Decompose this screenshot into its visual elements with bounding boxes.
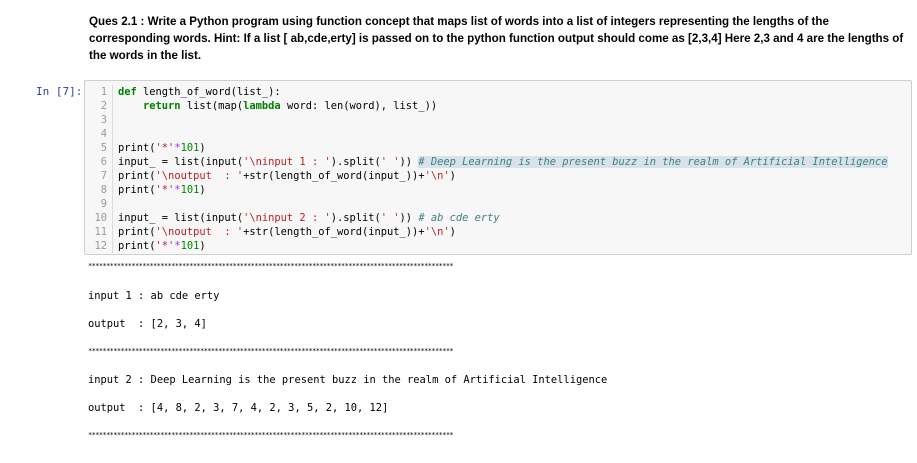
code-token: print( [118, 240, 156, 252]
code-token: ) [449, 170, 456, 182]
code-line: 10 input_ = list(input('\ninput 2 : ').sp… [85, 211, 911, 225]
code-token: ' ' [380, 156, 400, 168]
code-line: 11 print('\noutput : '+str(length_of_word… [85, 225, 911, 239]
line-number: 11 [85, 225, 113, 239]
code-token: print( [118, 170, 156, 182]
code-line: 2 return list(map(lambda word: len(word)… [85, 99, 911, 113]
code-token: '*' [155, 240, 175, 252]
code-token: ) [449, 226, 456, 238]
line-number: 6 [85, 155, 113, 169]
code-token: '\ninput 1 : ' [243, 156, 331, 168]
code-token: lambda [243, 100, 281, 112]
code-token: def [118, 86, 144, 98]
code-token: '\noutput : ' [155, 170, 244, 182]
code-line: 1 def length_of_word(list_): [85, 85, 911, 99]
code-token: print( [118, 226, 156, 238]
code-token: print( [118, 142, 156, 154]
code-token: )) [399, 156, 419, 168]
question-text: Ques 2.1 : Write a Python program using … [89, 15, 904, 62]
output-input-1: input 1 : ab cde erty [88, 290, 220, 302]
stars-separator: ****************************************… [88, 347, 454, 355]
line-number: 2 [85, 99, 113, 113]
line-number: 3 [85, 113, 113, 127]
code-token: ).split( [330, 212, 381, 224]
code-token: ) [199, 142, 206, 154]
code-line: 3 [85, 113, 911, 127]
stars-separator: ****************************************… [88, 431, 454, 439]
code-line: 8 print('*'*101) [85, 183, 911, 197]
line-number: 8 [85, 183, 113, 197]
code-token: 101 [180, 142, 200, 154]
code-token: ).split( [330, 156, 381, 168]
code-line: 12 print('*'*101) [85, 239, 911, 253]
code-comment: # ab cde erty [418, 212, 500, 224]
code-token: print( [118, 184, 156, 196]
cell-prompt: In [7]: [36, 85, 83, 98]
code-line: 6 input_ = list(input('\ninput 1 : ').spl… [85, 155, 911, 169]
code-token: input_ = list(input( [118, 156, 244, 168]
code-comment: # Deep Learning is the present buzz in t… [418, 156, 888, 168]
code-token: ) [199, 240, 206, 252]
code-token: +str(length_of_word(input_))+ [243, 226, 425, 238]
code-editor[interactable]: 1 def length_of_word(list_): 2 return lis… [85, 85, 911, 253]
code-token: input_ = list(input( [118, 212, 244, 224]
code-token: '*' [155, 142, 175, 154]
line-number: 5 [85, 141, 113, 155]
code-token: +str(length_of_word(input_))+ [243, 170, 425, 182]
code-token: '\noutput : ' [155, 226, 244, 238]
line-number: 1 [85, 85, 113, 99]
cell-output: ****************************************… [88, 262, 607, 439]
line-number: 10 [85, 211, 113, 225]
code-token: word: len(word), list_)) [280, 100, 438, 112]
line-number: 9 [85, 197, 113, 211]
output-result-1: output : [2, 3, 4] [88, 318, 207, 330]
code-line: 7 print('\noutput : '+str(length_of_word(… [85, 169, 911, 183]
stars-separator: ****************************************… [88, 262, 454, 270]
code-token: )) [399, 212, 419, 224]
code-token: '*' [155, 184, 175, 196]
code-token: ' ' [380, 212, 400, 224]
code-cell[interactable]: 1 def length_of_word(list_): 2 return lis… [84, 80, 912, 255]
code-line: 9 [85, 197, 911, 211]
code-token: '\ninput 2 : ' [243, 212, 331, 224]
code-token: 101 [180, 184, 200, 196]
code-token: 101 [180, 240, 200, 252]
code-line: 5 print('*'*101) [85, 141, 911, 155]
code-token: return [143, 100, 187, 112]
output-result-2: output : [4, 8, 2, 3, 7, 4, 2, 3, 5, 2, … [88, 402, 389, 414]
line-number: 7 [85, 169, 113, 183]
code-line: 4 [85, 127, 911, 141]
code-token: length_of_word(list_): [143, 86, 281, 98]
code-token: list(map( [186, 100, 244, 112]
output-input-2: input 2 : Deep Learning is the present b… [88, 374, 608, 386]
line-number: 4 [85, 127, 113, 141]
code-token: '\n' [424, 226, 450, 238]
code-token: ) [199, 184, 206, 196]
line-number: 12 [85, 239, 113, 253]
code-token: '\n' [424, 170, 450, 182]
